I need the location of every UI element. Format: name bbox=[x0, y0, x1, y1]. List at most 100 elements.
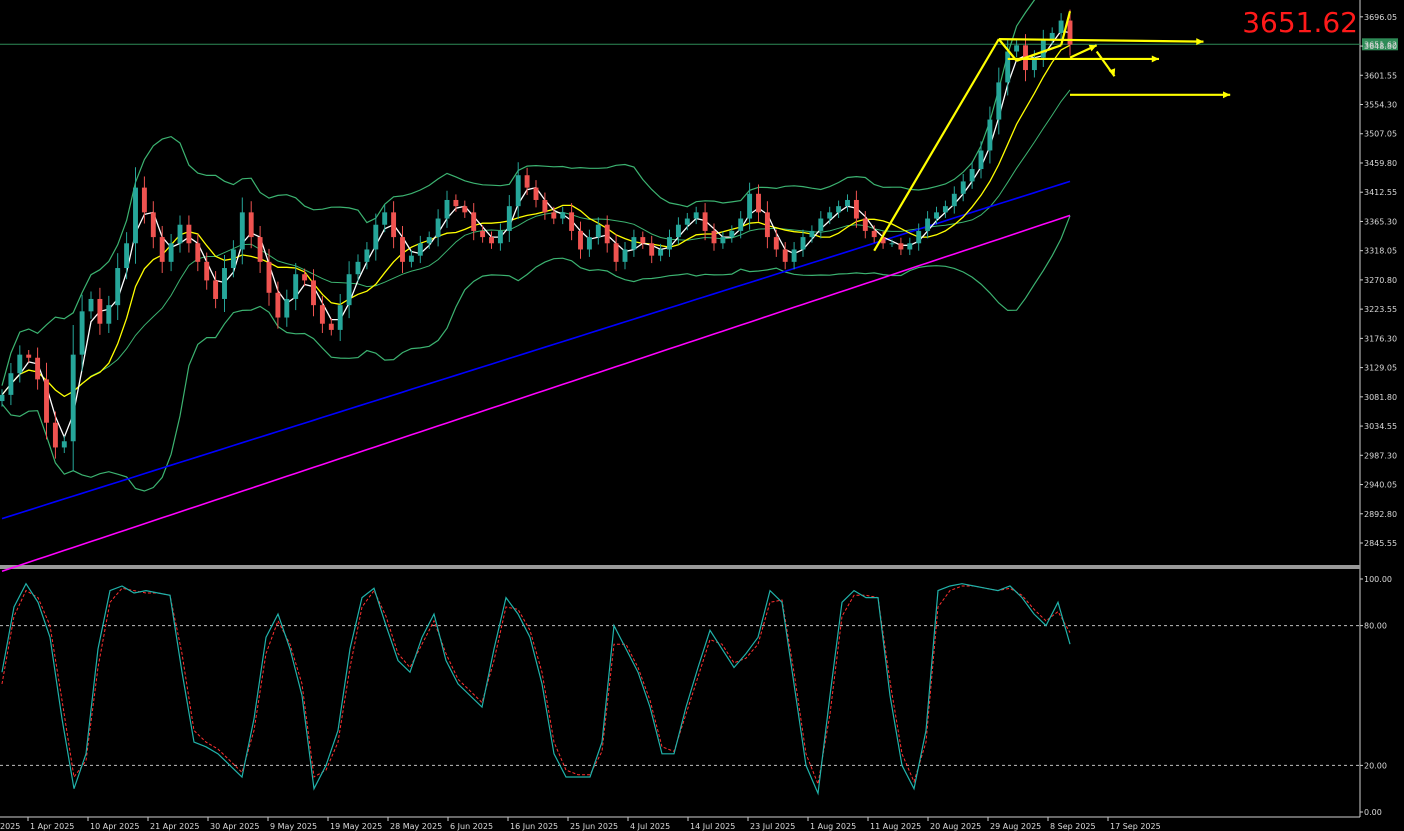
current-price-display: 3651.62 bbox=[1242, 6, 1358, 39]
candle-body bbox=[311, 280, 316, 306]
candle-body bbox=[115, 268, 121, 306]
candle-body bbox=[827, 212, 833, 219]
candle-body bbox=[266, 261, 272, 293]
candle-body bbox=[222, 268, 227, 299]
y-tick-label: 3554.30 bbox=[1364, 101, 1397, 110]
y-tick-label: 3412.55 bbox=[1364, 188, 1397, 197]
candle-body bbox=[1049, 32, 1055, 40]
candle-body bbox=[569, 212, 575, 231]
candle-body bbox=[1005, 51, 1011, 83]
x-tick-label: 23 Jul 2025 bbox=[750, 822, 795, 831]
y-tick-label: 3129.05 bbox=[1364, 364, 1397, 373]
price-chart[interactable]: 3651.62 3696.05 3648.80 3601.55 3554.30 3507.… bbox=[0, 0, 1404, 831]
y-tick-label: 3507.05 bbox=[1364, 130, 1397, 139]
candle-body bbox=[622, 249, 628, 262]
candle-body bbox=[836, 206, 842, 213]
candle-body bbox=[791, 249, 797, 262]
y-tick-label: 2892.80 bbox=[1364, 510, 1397, 519]
candle-body bbox=[996, 82, 1002, 120]
candle-body bbox=[595, 224, 601, 238]
candle-body bbox=[764, 212, 770, 238]
candle-body bbox=[444, 199, 450, 219]
candle-body bbox=[364, 249, 370, 262]
candle-body bbox=[382, 212, 388, 225]
y-tick-label: 3223.55 bbox=[1364, 305, 1397, 314]
candle-body bbox=[44, 379, 49, 423]
stoch-tick-label: 100.00 bbox=[1364, 575, 1392, 584]
candle-body bbox=[942, 206, 948, 213]
candle-body bbox=[542, 199, 548, 213]
candle-body bbox=[845, 199, 850, 207]
candle-body bbox=[693, 212, 699, 219]
x-tick-label: 19 May 2025 bbox=[330, 822, 382, 831]
candle-body bbox=[373, 224, 379, 250]
candle-body bbox=[782, 249, 788, 262]
y-tick-label: 3648.80 bbox=[1364, 42, 1397, 51]
candle-body bbox=[489, 237, 494, 244]
x-tick-label: 1 Aug 2025 bbox=[810, 822, 856, 831]
x-tick-label: 17 Sep 2025 bbox=[1110, 822, 1161, 831]
candle-body bbox=[551, 212, 557, 219]
x-tick-label: 10 Apr 2025 bbox=[90, 822, 139, 831]
x-tick-label: 14 Jul 2025 bbox=[690, 822, 735, 831]
x-tick-label: 8 Sep 2025 bbox=[1050, 822, 1096, 831]
candle-body bbox=[480, 230, 486, 238]
candle-body bbox=[0, 394, 5, 402]
x-tick-label: 29 Aug 2025 bbox=[990, 822, 1041, 831]
y-tick-label: 3270.80 bbox=[1364, 276, 1397, 285]
y-tick-label: 3081.80 bbox=[1364, 393, 1397, 402]
candle-body bbox=[667, 237, 672, 250]
candle-body bbox=[1058, 20, 1064, 33]
candle-body bbox=[702, 212, 708, 231]
candle-body bbox=[800, 237, 806, 250]
candle-body bbox=[675, 224, 681, 238]
candle-body bbox=[337, 305, 343, 330]
candle-body bbox=[497, 230, 503, 244]
candle-body bbox=[889, 243, 895, 245]
stoch-tick-label: 80.00 bbox=[1364, 622, 1387, 631]
candle-body bbox=[738, 218, 744, 231]
candle-body bbox=[871, 230, 877, 238]
y-tick-label: 3318.05 bbox=[1364, 247, 1397, 256]
candle-body bbox=[613, 243, 619, 262]
candle-body bbox=[195, 243, 201, 262]
candle-body bbox=[809, 230, 815, 238]
candle-body bbox=[907, 243, 913, 250]
candle-body bbox=[177, 224, 183, 244]
candle-body bbox=[79, 311, 85, 355]
candle-body bbox=[88, 298, 94, 312]
candle-body bbox=[141, 187, 147, 213]
candle-body bbox=[328, 323, 334, 330]
candle-body bbox=[26, 354, 32, 358]
candle-body bbox=[355, 261, 361, 275]
candle-body bbox=[1040, 39, 1046, 58]
candle-body bbox=[35, 357, 41, 380]
candle-body bbox=[853, 199, 859, 219]
y-tick-label: 2845.55 bbox=[1364, 539, 1397, 548]
candle-body bbox=[631, 237, 637, 250]
candle-body bbox=[462, 206, 468, 213]
candle-body bbox=[960, 181, 966, 194]
candle-body bbox=[400, 237, 405, 262]
candle-body bbox=[720, 237, 726, 244]
x-tick-label: 1 Apr 2025 bbox=[30, 822, 74, 831]
candle-body bbox=[515, 175, 521, 207]
x-tick-label: 9 May 2025 bbox=[270, 822, 317, 831]
candle-body bbox=[969, 169, 975, 182]
y-tick-label: 3459.80 bbox=[1364, 159, 1397, 168]
y-tick-label: 3696.05 bbox=[1364, 13, 1397, 22]
y-tick-label: 3034.55 bbox=[1364, 422, 1397, 431]
y-tick-label: 2940.05 bbox=[1364, 481, 1397, 490]
candle-body bbox=[275, 292, 281, 318]
candle-body bbox=[987, 119, 993, 151]
candle-body bbox=[684, 218, 690, 225]
candle-body bbox=[52, 422, 58, 448]
candle-body bbox=[658, 249, 664, 256]
candle-body bbox=[391, 212, 397, 238]
candle-body bbox=[106, 305, 112, 324]
x-tick-label: 16 Jun 2025 bbox=[510, 822, 558, 831]
candle-body bbox=[711, 230, 717, 244]
candle-body bbox=[159, 237, 165, 262]
x-tick-label-partial: 2025 bbox=[0, 822, 20, 831]
candle-body bbox=[862, 218, 868, 231]
